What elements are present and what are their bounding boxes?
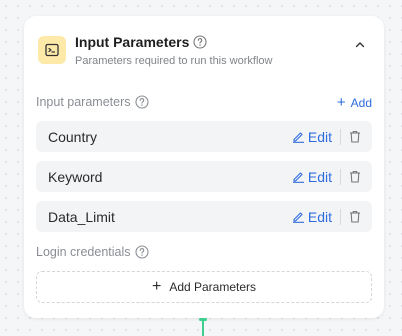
info-icon[interactable] <box>193 35 207 49</box>
trash-icon[interactable] <box>349 210 361 223</box>
trash-icon[interactable] <box>349 130 361 143</box>
divider <box>340 208 341 225</box>
login-credentials-label: Login credentials <box>36 245 149 259</box>
edit-button[interactable]: Edit <box>292 129 332 145</box>
divider <box>340 168 341 185</box>
pencil-icon <box>292 132 304 143</box>
plus-icon: + <box>336 94 346 111</box>
parameter-name: Data_Limit <box>48 208 115 225</box>
input-parameters-label: Input parameters <box>36 95 149 109</box>
edit-label: Edit <box>307 128 332 145</box>
trash-icon[interactable] <box>349 170 361 183</box>
add-input-parameter-button[interactable]: + Add <box>337 95 372 110</box>
login-credentials-label-text: Login credentials <box>36 245 131 259</box>
parameter-row: Keyword Edit <box>36 161 372 192</box>
input-parameters-card: Input Parameters Parameters required to … <box>24 16 384 318</box>
edit-button[interactable]: Edit <box>292 209 332 225</box>
add-label: Add <box>350 95 372 110</box>
card-header: Input Parameters Parameters required to … <box>38 34 370 70</box>
add-parameters-button[interactable]: + Add Parameters <box>36 271 372 303</box>
card-title: Input Parameters <box>75 34 190 50</box>
terminal-icon <box>38 36 66 64</box>
parameter-row: Data_Limit Edit <box>36 201 372 232</box>
connector-handle[interactable] <box>199 318 207 321</box>
info-icon[interactable] <box>134 245 149 259</box>
card-subtitle: Parameters required to run this workflow <box>75 55 273 67</box>
divider <box>340 128 341 145</box>
parameter-name: Country <box>48 128 98 145</box>
parameter-name: Keyword <box>48 168 103 185</box>
plus-icon: + <box>151 278 162 295</box>
pencil-icon <box>292 172 304 183</box>
info-icon[interactable] <box>134 95 149 109</box>
pencil-icon <box>292 212 304 223</box>
edit-label: Edit <box>307 168 332 185</box>
edit-label: Edit <box>307 208 332 225</box>
input-parameters-label-text: Input parameters <box>36 95 131 109</box>
edit-button[interactable]: Edit <box>292 169 332 185</box>
parameter-row: Country Edit <box>36 121 372 152</box>
collapse-chevron-icon[interactable] <box>354 38 366 56</box>
add-parameters-label: Add Parameters <box>169 280 257 294</box>
